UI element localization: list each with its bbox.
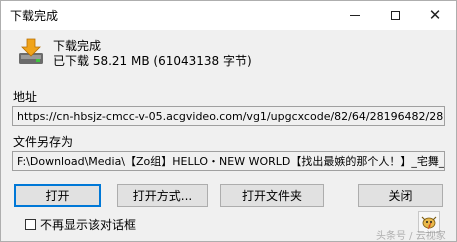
window-title: 下载完成 [10, 9, 59, 23]
open-with-button-label: 打开方式... [132, 189, 193, 203]
open-with-button[interactable]: 打开方式... [117, 184, 208, 207]
save-as-label: 文件另存为 [13, 135, 74, 149]
close-button[interactable]: 关闭 [358, 184, 443, 207]
download-complete-dialog: 下载完成 ✕ 下载完成 已下载 58.21 MB (61043138 字节) 地… [0, 0, 457, 242]
dont-show-again-option[interactable]: 不再显示该对话框 [25, 216, 136, 233]
watermark: 头条号 / 云视家 [376, 231, 446, 242]
download-complete-icon [19, 38, 43, 64]
dont-show-again-checkbox[interactable] [25, 219, 36, 230]
open-button-label: 打开 [45, 189, 70, 203]
close-button-label: 关闭 [388, 189, 413, 203]
title-bar[interactable]: 下载完成 ✕ [1, 1, 456, 30]
open-button[interactable]: 打开 [14, 184, 101, 207]
close-window-button[interactable]: ✕ [414, 1, 456, 30]
address-label: 地址 [13, 90, 38, 104]
open-folder-button[interactable]: 打开文件夹 [220, 184, 324, 207]
download-size-text: 已下载 58.21 MB (61043138 字节) [53, 54, 252, 68]
save-as-field[interactable]: F:\Download\Media\【Zo组】HELLO・NEW WORLD【找… [12, 151, 445, 171]
open-folder-button-label: 打开文件夹 [241, 189, 302, 203]
minimize-icon [350, 15, 360, 16]
address-field[interactable]: https://cn-hbsjz-cmcc-v-05.acgvideo.com/… [12, 106, 445, 126]
dont-show-again-label: 不再显示该对话框 [40, 218, 137, 232]
minimize-button[interactable] [334, 1, 376, 30]
maximize-icon [390, 11, 400, 20]
close-icon: ✕ [428, 6, 442, 24]
maximize-button[interactable] [374, 1, 416, 30]
